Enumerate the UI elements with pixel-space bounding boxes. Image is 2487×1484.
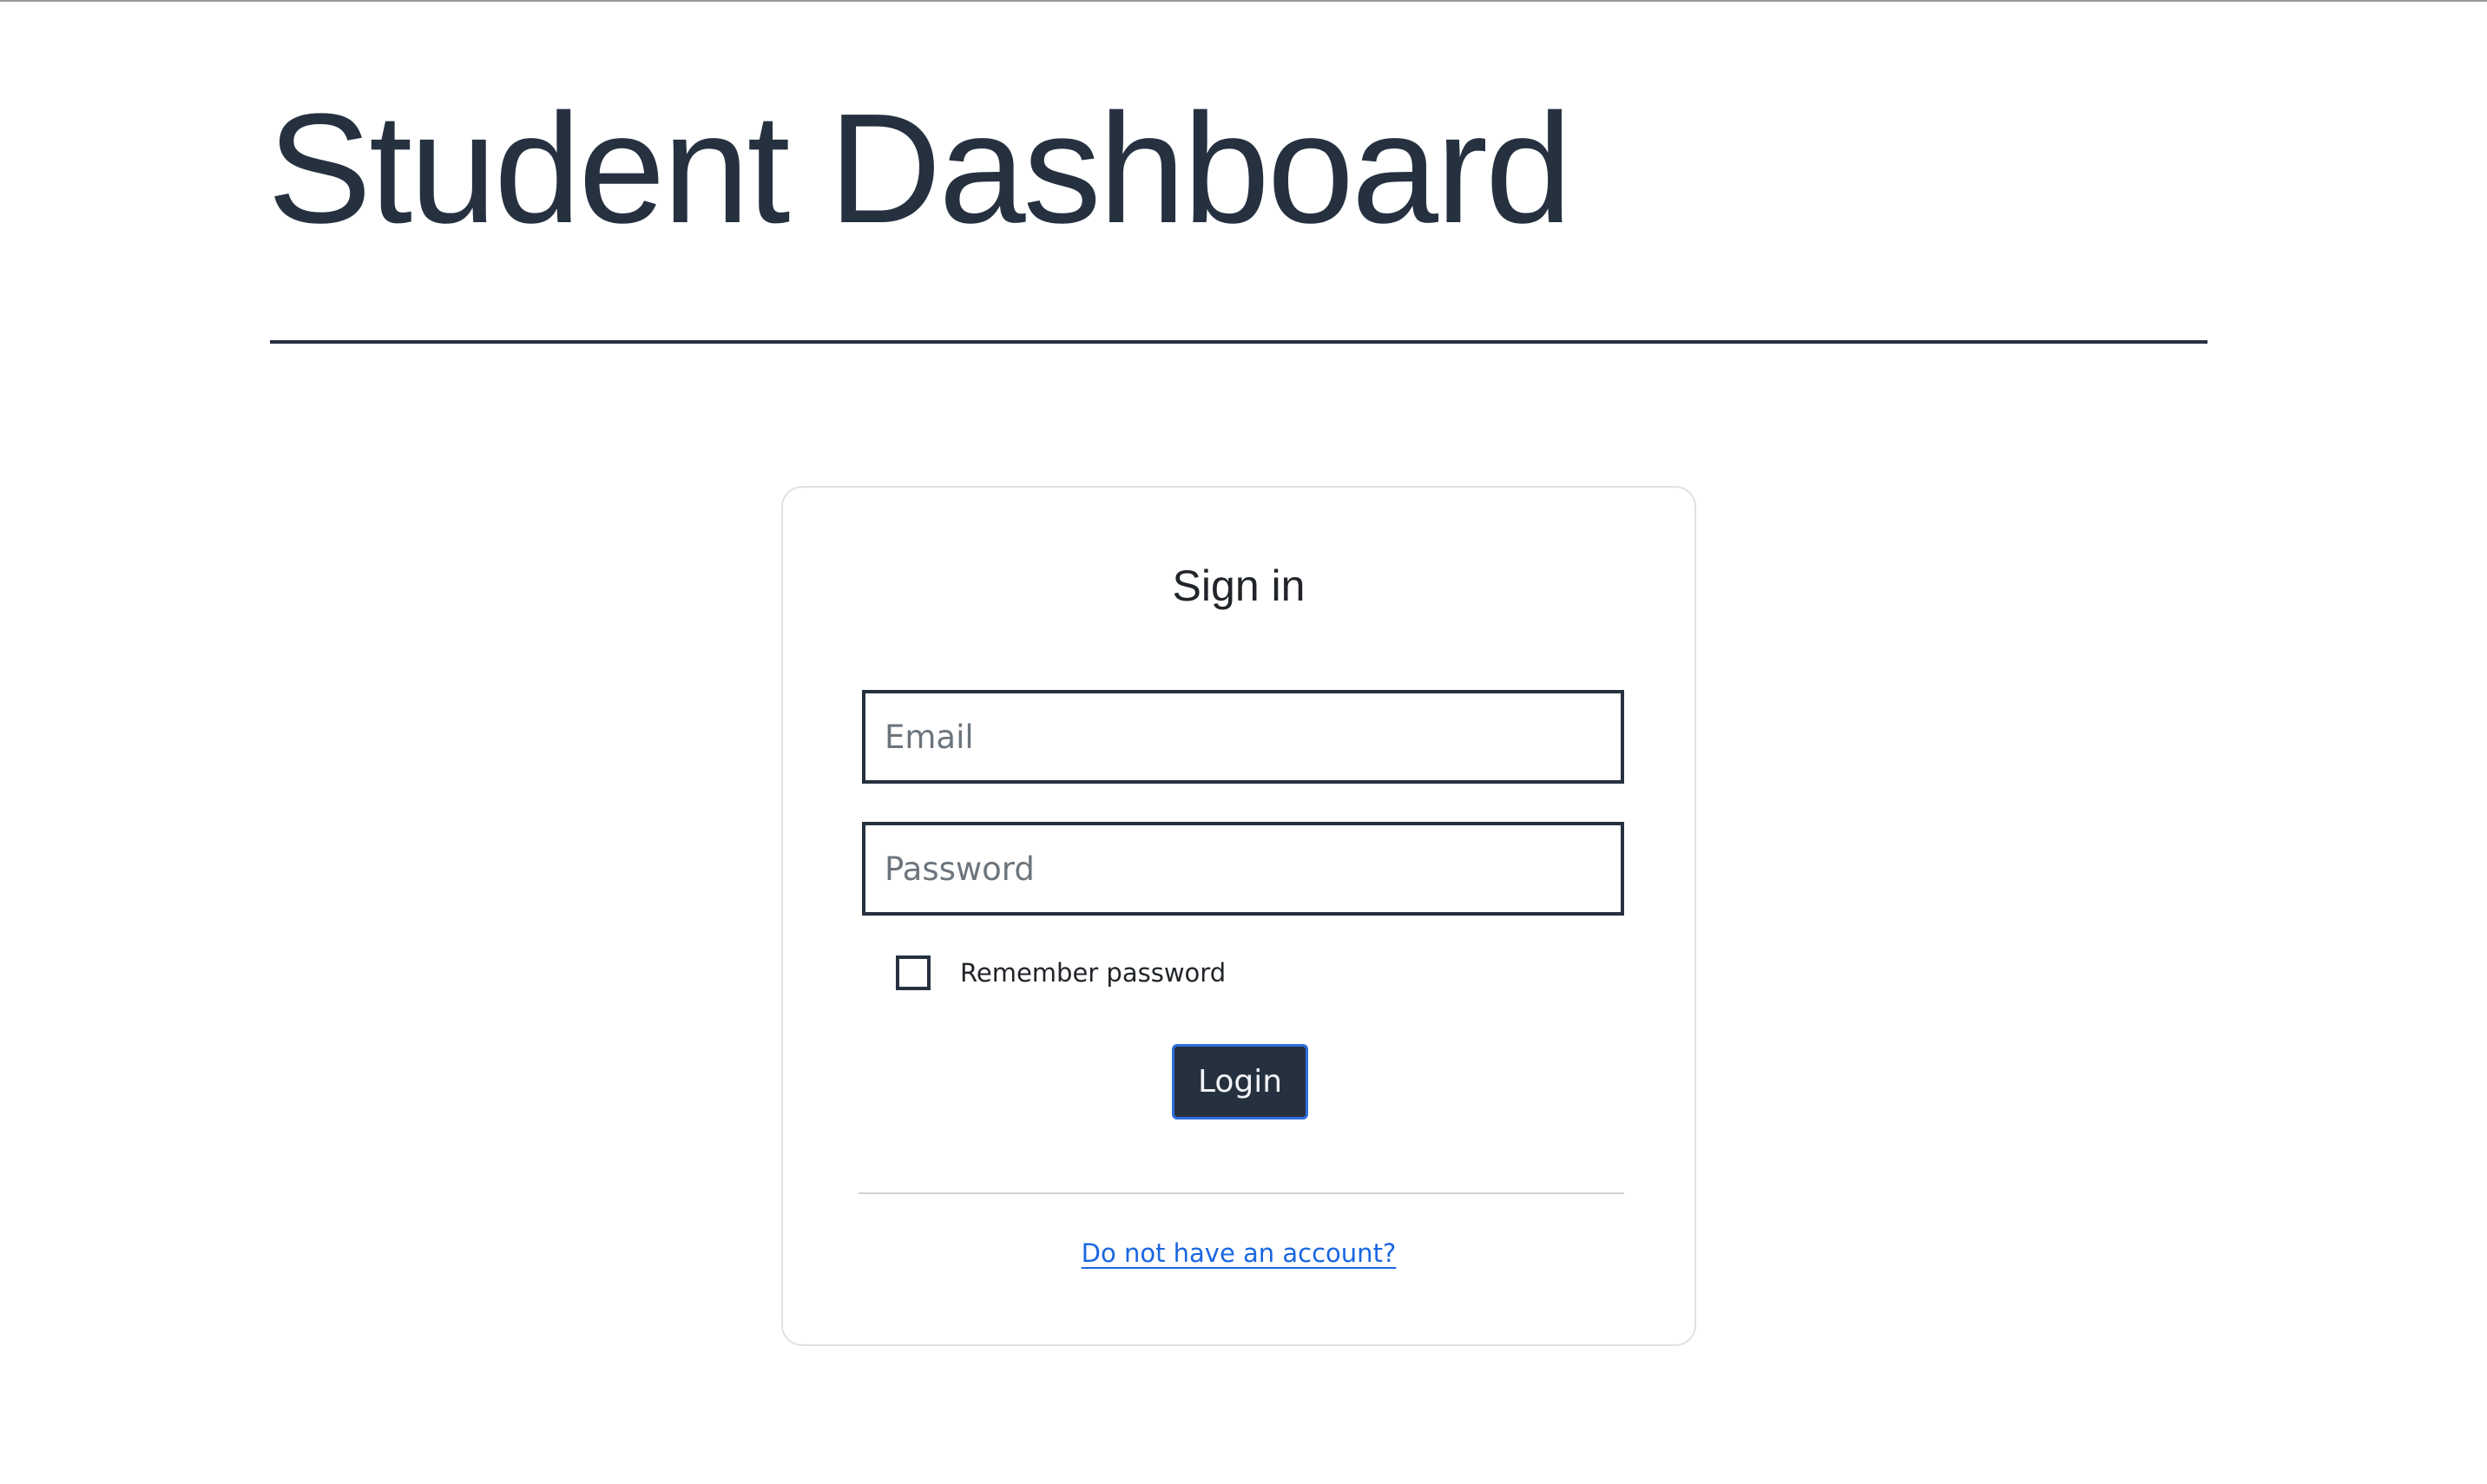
page-title: Student Dashboard <box>267 82 1572 256</box>
signin-card: Sign in Remember password Login Do not h… <box>781 486 1696 1346</box>
top-border <box>0 0 2487 2</box>
email-field[interactable] <box>862 690 1624 784</box>
remember-password-checkbox[interactable] <box>896 955 931 990</box>
password-field[interactable] <box>862 822 1624 916</box>
card-divider <box>859 1192 1624 1194</box>
signup-link-container: Do not have an account? <box>783 1236 1694 1271</box>
remember-password-row: Remember password <box>896 950 1226 995</box>
page: Student Dashboard Sign in Remember passw… <box>0 0 2487 1484</box>
title-divider <box>270 340 2207 344</box>
login-button[interactable]: Login <box>1172 1044 1308 1120</box>
signup-link[interactable]: Do not have an account? <box>1082 1238 1397 1268</box>
signin-title: Sign in <box>1172 561 1306 610</box>
remember-password-label[interactable]: Remember password <box>960 958 1226 988</box>
